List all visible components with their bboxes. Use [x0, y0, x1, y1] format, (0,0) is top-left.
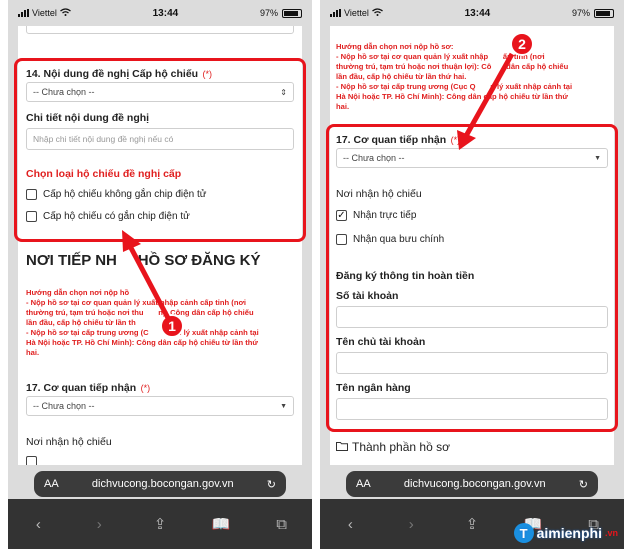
- guide-text: Hướng dẫn chọn nơi nộp hồ sơ: - Nộp hồ s…: [336, 42, 608, 112]
- wifi-icon: [371, 8, 383, 18]
- status-bar: Viettel 13:44 97%: [320, 0, 624, 26]
- logo-suffix: .vn: [604, 528, 618, 538]
- guide-line: - Nộp hồ sơ tại cơ quan quản lý xuất nhậ…: [26, 298, 246, 307]
- address-bar[interactable]: AA dichvucong.bocongan.gov.vn ↻: [346, 471, 598, 497]
- back-icon[interactable]: ‹: [340, 516, 360, 533]
- guide-line: - Nộp hồ sơ tại cơ quan quản lý xuất nhậ…: [336, 52, 545, 61]
- battery-percent: 97%: [259, 8, 278, 18]
- field-17-label: 17. Cơ quan tiếp nhận: [26, 382, 137, 394]
- reload-icon[interactable]: ↻: [579, 478, 588, 491]
- url-text: dichvucong.bocongan.gov.vn: [91, 478, 234, 490]
- battery-icon: [281, 8, 302, 18]
- status-bar: Viettel 13:44 97%: [8, 0, 312, 26]
- browser-toolbar: ‹ › ⇪ 📖 ⧉: [8, 499, 312, 549]
- battery-percent: 97%: [571, 8, 590, 18]
- address-bar[interactable]: AA dichvucong.bocongan.gov.vn ↻: [34, 471, 286, 497]
- field-17-select[interactable]: -- Chưa chọn -- ▼: [26, 396, 294, 416]
- components-label: Thành phần hồ sơ: [352, 440, 450, 454]
- guide-line: - Nộp hồ sơ tại cấp trung ương (Cục Q n …: [336, 82, 573, 91]
- logo-letter: T: [513, 523, 534, 543]
- forward-icon[interactable]: ›: [89, 516, 109, 533]
- field-17-label-row: 17. Cơ quan tiếp nhận (*): [26, 378, 150, 396]
- guide-line: Hướng dẫn chọn nơi nộp hồ: [26, 288, 130, 297]
- wifi-icon: [59, 8, 71, 18]
- guide-line: hai.: [336, 102, 350, 111]
- reload-icon[interactable]: ↻: [267, 478, 276, 491]
- right-phone-screen: Viettel 13:44 97% Hướng dẫn chọn nơi nộp…: [320, 0, 624, 549]
- url-text: dichvucong.bocongan.gov.vn: [403, 478, 546, 490]
- checkbox[interactable]: [26, 456, 37, 465]
- required-mark: (*): [140, 383, 151, 393]
- guide-line: Hướng dẫn chọn nơi nộp hồ sơ:: [336, 42, 454, 51]
- logo-text: aimienphi: [536, 525, 602, 541]
- carrier-label: Viettel: [344, 8, 369, 18]
- share-icon[interactable]: ⇪: [150, 515, 170, 533]
- share-icon[interactable]: ⇪: [462, 515, 482, 533]
- step-badge: 2: [510, 32, 534, 56]
- forward-icon[interactable]: ›: [401, 516, 421, 533]
- step-badge: 1: [160, 314, 184, 338]
- highlight-box: [14, 58, 306, 242]
- watermark-logo: T aimienphi .vn: [513, 523, 618, 543]
- signal-icon: [18, 9, 29, 17]
- guide-line: thường trú, tạm trú hoặc nơi thuận lợi):…: [336, 62, 569, 71]
- guide-line: lần đầu, cấp hộ chiếu từ lần thứ hai.: [336, 72, 467, 81]
- section-title: NƠI TIẾP NH HỒ SƠ ĐĂNG KÝ: [26, 252, 261, 269]
- tabs-icon[interactable]: ⧉: [272, 516, 292, 533]
- reader-aa-button[interactable]: AA: [44, 478, 59, 490]
- clock: 13:44: [464, 7, 491, 19]
- chevron-down-icon: ▼: [280, 402, 287, 410]
- receive-label: Nơi nhận hộ chiếu: [26, 436, 112, 448]
- select-placeholder: -- Chưa chọn --: [33, 401, 95, 411]
- left-phone-screen: Viettel 13:44 97% 14. Nội dung đề nghị C…: [8, 0, 312, 549]
- clock: 13:44: [152, 7, 179, 19]
- back-icon[interactable]: ‹: [28, 516, 48, 533]
- bookmarks-icon[interactable]: 📖: [211, 515, 231, 533]
- folder-icon: [336, 440, 348, 454]
- highlight-box: [326, 124, 618, 432]
- guide-line: thường trú, tạm trú hoặc nơi thu n): Côn…: [26, 308, 254, 317]
- guide-line: Hà Nội hoặc TP. Hồ Chí Minh): Công dân c…: [336, 92, 568, 101]
- reader-aa-button[interactable]: AA: [356, 478, 371, 490]
- previous-field-input[interactable]: [26, 26, 294, 34]
- signal-icon: [330, 9, 341, 17]
- guide-line: Hà Nội hoặc TP. Hồ Chí Minh): Công dân c…: [26, 338, 258, 347]
- components-row[interactable]: Thành phần hồ sơ: [336, 440, 450, 454]
- guide-line: hai.: [26, 348, 40, 357]
- battery-icon: [593, 8, 614, 18]
- carrier-label: Viettel: [32, 8, 57, 18]
